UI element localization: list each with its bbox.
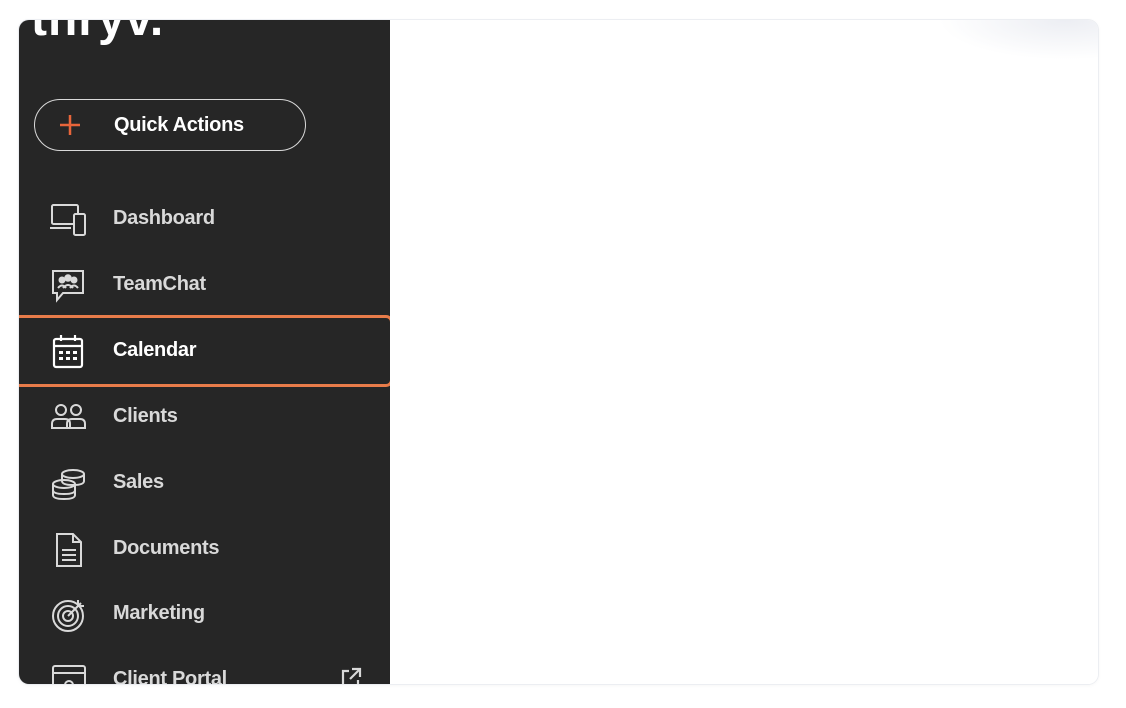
sidebar-item-label: Marketing — [113, 602, 205, 624]
sidebar-item-label: Sales — [113, 471, 164, 493]
documents-icon — [49, 532, 89, 568]
sidebar-item-marketing[interactable]: Marketing — [19, 582, 390, 648]
sales-icon — [49, 466, 89, 502]
plus-icon — [57, 112, 83, 138]
sidebar-item-calendar[interactable]: Calendar — [19, 319, 390, 385]
sidebar-item-label: Documents — [113, 537, 220, 559]
sidebar-item-clients[interactable]: Clients — [19, 385, 390, 451]
sidebar-item-label: Dashboard — [113, 207, 215, 229]
calendar-icon — [49, 334, 89, 370]
sidebar-item-documents[interactable]: Documents — [19, 517, 390, 583]
teamchat-icon — [49, 268, 89, 304]
sidebar-item-teamchat[interactable]: TeamChat — [19, 253, 390, 319]
sidebar-item-label: Calendar — [113, 339, 197, 361]
sidebar-item-label: TeamChat — [113, 273, 206, 295]
app-window: thryv. Quick Actions Dashboard — [19, 20, 1098, 684]
top-right-shadow — [938, 20, 1098, 60]
sidebar-item-label: Clients — [113, 405, 178, 427]
dashboard-icon — [49, 202, 89, 238]
sidebar-item-dashboard[interactable]: Dashboard — [19, 187, 390, 253]
sidebar-item-client-portal[interactable]: Client Portal — [19, 648, 390, 684]
external-link-icon[interactable] — [339, 666, 363, 684]
quick-actions-button[interactable]: Quick Actions — [34, 99, 306, 151]
main-content — [390, 20, 1098, 684]
sidebar-item-sales[interactable]: Sales — [19, 451, 390, 517]
marketing-icon — [49, 597, 89, 633]
clients-icon — [49, 400, 89, 436]
client-portal-icon — [49, 663, 89, 684]
brand-logo[interactable]: thryv. — [31, 20, 164, 50]
sidebar-item-label: Client Portal — [113, 668, 227, 684]
quick-actions-label: Quick Actions — [114, 114, 244, 136]
sidebar: thryv. Quick Actions Dashboard — [19, 20, 390, 684]
